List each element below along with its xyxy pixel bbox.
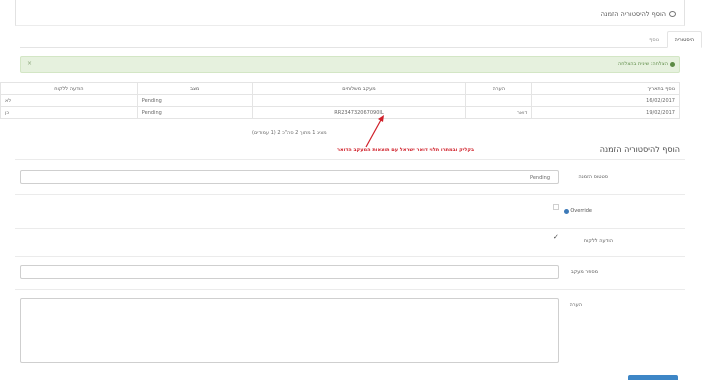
alert-text: הצלחה: שינית בהצלחה [617,61,668,67]
cell-notify: כן [0,106,138,119]
override-label-wrap: Override [564,208,592,214]
pagination-text: מציג 1 מתוך 2 סה"כ 2 (1 עמודים) [252,130,327,136]
cell-status: Pending [136,106,253,119]
comment-textarea[interactable] [20,298,559,363]
comment-icon [669,11,676,17]
override-checkbox[interactable] [553,204,559,210]
order-status-select[interactable]: Pending [20,170,559,184]
panel-title-text: הוסף להיסטוריה הזמנה [600,10,666,18]
cell-status: Pending [136,94,253,107]
tabs-divider [20,47,680,48]
check-circle-icon [670,61,675,67]
history-table: נוסף בתאריך הערה מעקב משלוחים מצב הודעה … [0,82,680,119]
row-divider [15,289,685,290]
override-label: Override [570,208,592,214]
alert-message: הצלחה: שינית בהצלחה [618,61,675,67]
table-header-row: נוסף בתאריך הערה מעקב משלוחים מצב הודעה … [0,82,680,95]
cell-note: דואר [465,106,533,119]
cell-date: 19/02/2017 [531,106,680,119]
table-row: 19/02/2017 דואר RR234732067090IL Pending… [0,106,680,119]
cell-date: 16/02/2017 [531,94,680,107]
tab-history[interactable]: היסטוריה [666,31,702,48]
column-header-date: נוסף בתאריך [531,82,680,95]
order-status-value: Pending [530,175,550,181]
table-row: 16/02/2017 Pending לא [0,94,680,107]
cell-notify: לא [0,94,138,107]
cell-note [465,94,533,107]
success-alert: הצלחה: שינית בהצלחה × [20,56,680,73]
row-divider [15,228,685,229]
notify-label: הודעה ללקוח [583,238,613,244]
column-header-notify: הודעה ללקוח [0,82,138,95]
comment-label: הערה [569,302,583,308]
add-history-button[interactable] [628,375,678,380]
notify-checkbox-checked[interactable]: ✓ [553,233,559,241]
tracking-number-label: מספר מעקב [570,269,598,275]
annotation-arrow [365,115,384,148]
help-icon[interactable] [564,208,570,214]
column-header-tracking: מעקב משלוחים [251,82,467,95]
row-divider [15,194,685,195]
column-header-note: הערה [465,82,533,95]
tracking-link[interactable]: RR234732067090IL [251,106,467,119]
panel-title: הוסף להיסטוריה הזמנה [601,10,676,18]
annotation-note: בקליק ובמתרו תלוי דואר ישראל עם תוצאות ה… [337,147,475,153]
cell-tracking [251,94,467,107]
close-icon[interactable]: × [27,60,32,67]
add-history-title: הוסף להיסטוריה הזמנה [599,145,680,154]
section-divider [15,159,685,160]
column-header-status: מצב [136,82,253,95]
panel-heading: הוסף להיסטוריה הזמנה [15,4,685,26]
tracking-number-input[interactable] [20,265,559,279]
row-divider [15,256,685,257]
tab-additional[interactable]: נוסף [642,31,666,48]
order-status-label: סטטוס הזמנה [578,174,608,180]
